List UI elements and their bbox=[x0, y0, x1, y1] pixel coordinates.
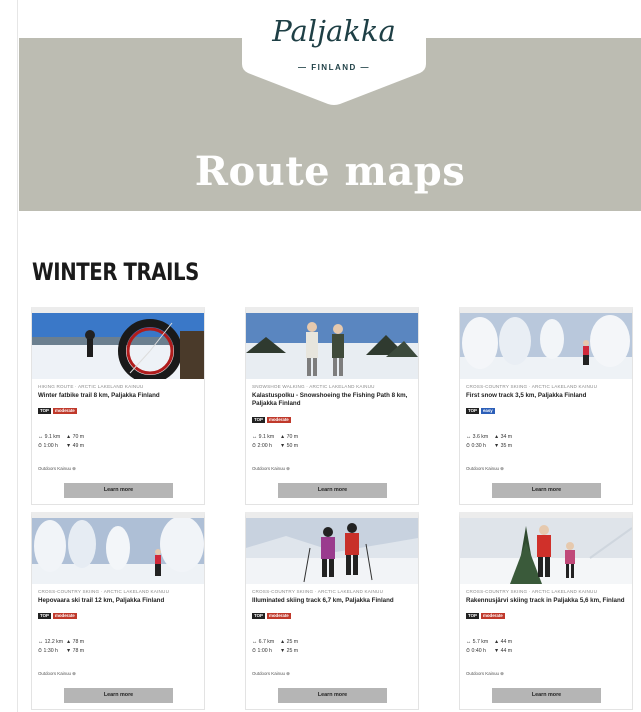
route-tags: TOP moderate bbox=[466, 613, 507, 631]
learn-more-button[interactable]: Learn more bbox=[64, 688, 173, 703]
length-value: ↔ 12.2 km bbox=[38, 639, 64, 645]
source-link[interactable]: Outdoors Kainuu ⊕ bbox=[38, 466, 76, 472]
ascent-value: ▲ 25 m bbox=[280, 639, 299, 645]
route-tags: TOP moderate bbox=[252, 613, 293, 631]
source-link[interactable]: Outdoors Kainuu ⊕ bbox=[252, 466, 290, 472]
learn-more-button[interactable]: Learn more bbox=[278, 688, 387, 703]
route-tags: TOP moderate bbox=[38, 408, 79, 426]
route-category: CROSS-COUNTRY SKIING · ARCTIC LAKELAND K… bbox=[252, 589, 384, 594]
duration-value: ⏱ 1:00 h bbox=[38, 442, 58, 449]
difficulty-badge: moderate bbox=[52, 408, 77, 414]
logo-subtitle: — FINLAND — bbox=[297, 63, 371, 72]
duration-value: ⏱ 1:00 h bbox=[252, 647, 272, 654]
logo-wordmark[interactable]: Paljakka bbox=[242, 14, 426, 48]
top-badge: TOP bbox=[38, 408, 51, 414]
top-badge: TOP bbox=[466, 408, 479, 414]
snowy-forest-skier-photo bbox=[460, 313, 632, 379]
ascent-value: ▲ 70 m bbox=[66, 434, 85, 440]
route-category: CROSS-COUNTRY SKIING · ARCTIC LAKELAND K… bbox=[466, 589, 598, 594]
learn-more-button[interactable]: Learn more bbox=[492, 483, 601, 498]
trail-card[interactable]: CROSS-COUNTRY SKIING · ARCTIC LAKELAND K… bbox=[245, 512, 419, 710]
ascent-value: ▲ 70 m bbox=[280, 434, 299, 440]
page-left-border bbox=[0, 0, 18, 712]
route-tags: TOP easy bbox=[466, 408, 497, 426]
top-badge: TOP bbox=[38, 613, 51, 619]
top-badge: TOP bbox=[252, 417, 265, 423]
route-category: CROSS-COUNTRY SKIING · ARCTIC LAKELAND K… bbox=[38, 589, 170, 594]
source-link[interactable]: Outdoors Kainuu ⊕ bbox=[466, 671, 504, 677]
length-value: ↔ 5.7 km bbox=[466, 639, 489, 645]
route-stats: ↔ 9.1 km ▲ 70 m ⏱ 2:00 h ▼ 50 m bbox=[252, 433, 298, 450]
descent-value: ▼ 35 m bbox=[494, 442, 513, 449]
route-stats: ↔ 5.7 km ▲ 44 m ⏱ 0:40 h ▼ 44 m bbox=[466, 638, 512, 655]
route-tags: TOP moderate bbox=[38, 613, 79, 631]
route-category: CROSS-COUNTRY SKIING · ARCTIC LAKELAND K… bbox=[466, 384, 598, 389]
difficulty-badge: moderate bbox=[480, 613, 505, 619]
descent-value: ▼ 78 m bbox=[66, 647, 85, 654]
route-name[interactable]: Illuminated skiing track 6,7 km, Paljakk… bbox=[252, 597, 416, 605]
route-stats: ↔ 12.2 km ▲ 78 m ⏱ 1:30 h ▼ 78 m bbox=[38, 638, 84, 655]
trail-card[interactable]: CROSS-COUNTRY SKIING · ARCTIC LAKELAND K… bbox=[31, 512, 205, 710]
trail-card[interactable]: CROSS-COUNTRY SKIING · ARCTIC LAKELAND K… bbox=[459, 307, 633, 505]
source-link[interactable]: Outdoors Kainuu ⊕ bbox=[466, 466, 504, 472]
descent-value: ▼ 44 m bbox=[494, 647, 513, 654]
difficulty-badge: moderate bbox=[266, 613, 291, 619]
route-name[interactable]: Rakennusjärvi skiing track in Paljakka 5… bbox=[466, 597, 630, 605]
route-name[interactable]: Winter fatbike trail 8 km, Paljakka Finl… bbox=[38, 392, 202, 400]
learn-more-button[interactable]: Learn more bbox=[64, 483, 173, 498]
ascent-value: ▲ 34 m bbox=[494, 434, 513, 440]
route-name[interactable]: Hepovaara ski trail 12 km, Paljakka Finl… bbox=[38, 597, 202, 605]
descent-value: ▼ 25 m bbox=[280, 647, 299, 654]
route-name[interactable]: First snow track 3,5 km, Paljakka Finlan… bbox=[466, 392, 630, 400]
fatbike-photo bbox=[32, 313, 204, 379]
top-badge: TOP bbox=[252, 613, 265, 619]
route-stats: ↔ 9.1 km ▲ 70 m ⏱ 1:00 h ▼ 49 m bbox=[38, 433, 84, 450]
top-badge: TOP bbox=[466, 613, 479, 619]
two-skiers-photo bbox=[246, 518, 418, 584]
page-title: Route maps bbox=[194, 148, 466, 195]
learn-more-button[interactable]: Learn more bbox=[492, 688, 601, 703]
trail-card[interactable]: HIKING ROUTE · ARCTIC LAKELAND KAINUU Wi… bbox=[31, 307, 205, 505]
duration-value: ⏱ 2:00 h bbox=[252, 442, 272, 449]
route-stats: ↔ 3.6 km ▲ 34 m ⏱ 0:30 h ▼ 35 m bbox=[466, 433, 512, 450]
hepovaara-photo bbox=[32, 518, 204, 584]
difficulty-badge: easy bbox=[480, 408, 495, 414]
difficulty-badge: moderate bbox=[52, 613, 77, 619]
duration-value: ⏱ 1:30 h bbox=[38, 647, 58, 654]
duration-value: ⏱ 0:40 h bbox=[466, 647, 486, 654]
ascent-value: ▲ 44 m bbox=[494, 639, 513, 645]
trail-card[interactable]: SNOWSHOE WALKING · ARCTIC LAKELAND KAINU… bbox=[245, 307, 419, 505]
route-category: HIKING ROUTE · ARCTIC LAKELAND KAINUU bbox=[38, 384, 144, 389]
section-title: WINTER TRAILS bbox=[32, 258, 199, 286]
route-name[interactable]: Kalastuspolku - Snowshoeing the Fishing … bbox=[252, 392, 416, 408]
descent-value: ▼ 49 m bbox=[66, 442, 85, 449]
snowshoe-photo bbox=[246, 313, 418, 379]
learn-more-button[interactable]: Learn more bbox=[278, 483, 387, 498]
source-link[interactable]: Outdoors Kainuu ⊕ bbox=[252, 671, 290, 677]
trail-card[interactable]: CROSS-COUNTRY SKIING · ARCTIC LAKELAND K… bbox=[459, 512, 633, 710]
ascent-value: ▲ 78 m bbox=[66, 639, 85, 645]
route-stats: ↔ 6.7 km ▲ 25 m ⏱ 1:00 h ▼ 25 m bbox=[252, 638, 298, 655]
length-value: ↔ 9.1 km bbox=[252, 434, 275, 440]
length-value: ↔ 6.7 km bbox=[252, 639, 275, 645]
duration-value: ⏱ 0:30 h bbox=[466, 442, 486, 449]
descent-value: ▼ 50 m bbox=[280, 442, 299, 449]
route-category: SNOWSHOE WALKING · ARCTIC LAKELAND KAINU… bbox=[252, 384, 375, 389]
length-value: ↔ 3.6 km bbox=[466, 434, 489, 440]
difficulty-badge: moderate bbox=[266, 417, 291, 423]
skiers-spruce-photo bbox=[460, 518, 632, 584]
length-value: ↔ 9.1 km bbox=[38, 434, 61, 440]
source-link[interactable]: Outdoors Kainuu ⊕ bbox=[38, 671, 76, 677]
